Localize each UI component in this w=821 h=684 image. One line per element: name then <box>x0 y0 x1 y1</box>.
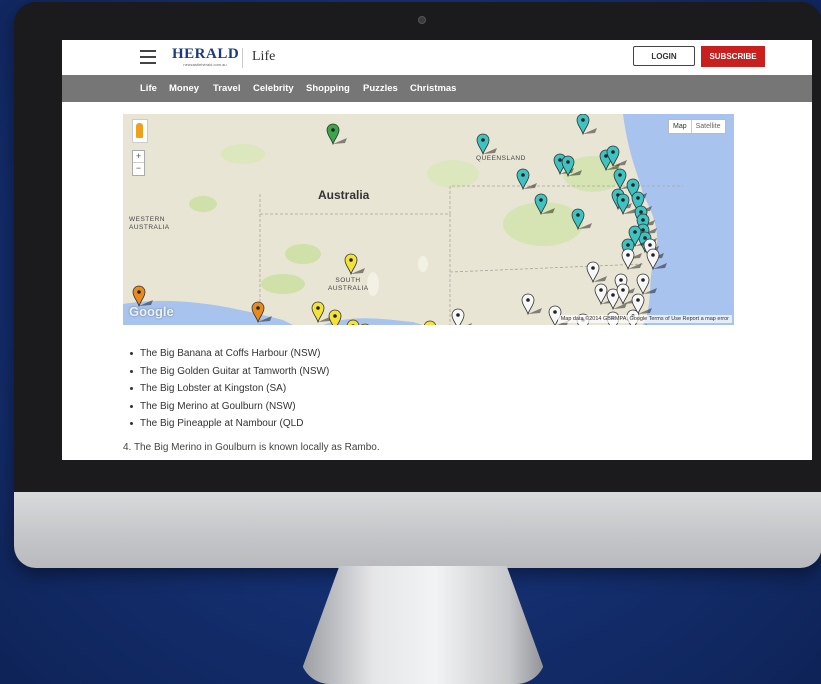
map-marker-icon[interactable] <box>571 208 592 231</box>
site-logo[interactable]: HERALD newcastleherald.com.au <box>172 46 240 70</box>
header-divider <box>242 48 243 68</box>
map-marker-icon[interactable] <box>344 253 365 276</box>
map-marker-icon[interactable] <box>534 193 555 216</box>
list-item: The Big Banana at Coffs Harbour (NSW) <box>130 348 329 366</box>
map-widget[interactable]: Australia QUEENSLAND WESTERN AUSTRALIA S… <box>123 114 734 325</box>
nav-item-christmas[interactable]: Christmas <box>410 83 456 94</box>
list-item: The Big Golden Guitar at Tamworth (NSW) <box>130 366 329 384</box>
map-marker-icon[interactable] <box>586 261 607 284</box>
map-markers[interactable] <box>123 114 734 325</box>
browser-screen: HERALD newcastleherald.com.au Life LOGIN… <box>62 40 812 460</box>
google-logo: Google <box>129 304 174 319</box>
login-button[interactable]: LOGIN <box>633 46 695 66</box>
map-marker-icon[interactable] <box>621 248 642 271</box>
map-marker-icon[interactable] <box>516 168 537 191</box>
map-marker-icon[interactable] <box>359 323 379 325</box>
subscribe-button[interactable]: SUBSCRIBE <box>701 46 765 67</box>
list-item: The Big Pineapple at Nambour (QLD <box>130 418 329 436</box>
section-title: Life <box>252 49 276 64</box>
map-attribution[interactable]: Map data ©2014 GBRMPA, Google Terms of U… <box>557 315 732 323</box>
nav-item-puzzles[interactable]: Puzzles <box>363 83 398 94</box>
map-marker-icon[interactable] <box>251 301 272 324</box>
camera-icon <box>418 16 426 24</box>
list-item: The Big Merino at Goulburn (NSW) <box>130 401 329 419</box>
monitor-chin <box>14 492 821 568</box>
nav-item-life[interactable]: Life <box>140 83 157 94</box>
nav-item-celebrity[interactable]: Celebrity <box>253 83 294 94</box>
map-marker-icon[interactable] <box>476 133 497 156</box>
section-nav: Life Money Travel Celebrity Shopping Puz… <box>62 75 812 102</box>
map-marker-icon[interactable] <box>646 248 667 271</box>
map-marker-icon[interactable] <box>636 273 657 296</box>
logo-text: HERALD <box>172 46 240 62</box>
map-marker-icon[interactable] <box>606 145 627 168</box>
nav-item-shopping[interactable]: Shopping <box>306 83 350 94</box>
monitor: HERALD newcastleherald.com.au Life LOGIN… <box>14 2 821 568</box>
monitor-stand <box>300 566 546 684</box>
map-marker-icon[interactable] <box>328 309 349 325</box>
map-marker-icon[interactable] <box>451 308 472 325</box>
map-marker-icon[interactable] <box>521 293 542 316</box>
nav-item-travel[interactable]: Travel <box>213 83 240 94</box>
hamburger-menu-icon[interactable] <box>140 50 156 64</box>
site-header: HERALD newcastleherald.com.au Life LOGIN… <box>62 40 812 75</box>
logo-subtext: newcastleherald.com.au <box>183 62 227 67</box>
map-marker-icon[interactable] <box>326 123 347 146</box>
big-things-list: The Big Banana at Coffs Harbour (NSW) Th… <box>130 348 329 436</box>
article-paragraph: 4. The Big Merino in Goulburn is known l… <box>123 442 380 453</box>
nav-item-money[interactable]: Money <box>169 83 199 94</box>
list-item: The Big Lobster at Kingston (SA) <box>130 383 329 401</box>
map-marker-icon[interactable] <box>423 320 444 325</box>
map-marker-icon[interactable] <box>576 114 597 136</box>
map-marker-icon[interactable] <box>311 301 332 324</box>
map-marker-icon[interactable] <box>132 285 153 308</box>
